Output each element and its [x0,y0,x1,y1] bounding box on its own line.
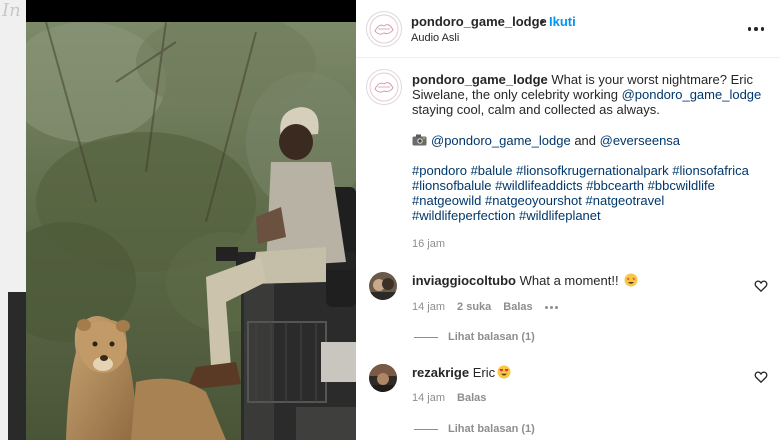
comment-username[interactable]: rezakrige [412,365,469,380]
caption-hashtags: #pondoro #balule #lionsofkrugernationalp… [412,163,764,224]
comment-meta: 14 jam Balas [412,392,486,404]
comment-body: What a moment!! [519,273,619,288]
caption-timestamp[interactable]: 16 jam [412,238,445,250]
lodge-logo-icon [369,14,399,44]
heart-eyes-emoji-icon [497,365,511,379]
post-username[interactable]: pondoro_game_lodge [411,14,547,29]
avatar-photo-icon [369,364,397,392]
commenter-avatar[interactable] [369,364,397,392]
caption-username[interactable]: pondoro_game_lodge [412,72,548,87]
hashtag[interactable]: #natgeotravel [586,193,665,208]
hashtag[interactable]: #wildlifeplanet [519,208,601,223]
comment-likes[interactable]: 2 suka [457,301,491,313]
lodge-logo-icon [369,72,399,102]
backdrop-thumbnail [8,292,26,440]
more-options-icon[interactable] [746,20,766,38]
hashtag[interactable]: #wildlifeaddicts [495,178,582,193]
post-video[interactable] [26,22,356,440]
comment-username[interactable]: inviaggiocoltubo [412,273,516,288]
comment-text: inviaggiocoltubo What a moment!! [412,273,638,288]
credit-mention-2[interactable]: @everseensa [600,133,680,148]
view-replies-label: Lihat balasan (1) [448,423,535,435]
star-struck-emoji-icon [624,273,638,287]
comment-body: Eric [472,365,496,380]
follow-button[interactable]: Ikuti [549,14,576,29]
view-replies-button[interactable]: Lihat balasan (1) [414,423,535,435]
view-replies-label: Lihat balasan (1) [448,331,535,343]
hashtag[interactable]: #bbcwildlife [648,178,715,193]
commenter-avatar[interactable] [369,272,397,300]
camera-icon [412,134,427,146]
hashtag[interactable]: #natgeowild [412,193,481,208]
comment-meta: 14 jam 2 suka Balas [412,301,558,313]
hashtag[interactable]: #lionsofbalule [412,178,492,193]
header-separator: • [540,14,545,29]
caption-text-2: staying cool, calm and collected as alwa… [412,102,660,118]
caption-avatar[interactable] [366,69,402,105]
comment-more-icon[interactable] [544,305,558,309]
profile-avatar[interactable] [366,11,402,47]
audio-label[interactable]: Audio Asli [411,32,459,44]
reply-button[interactable]: Balas [457,392,486,404]
page-backdrop: In [0,0,26,440]
comment-time[interactable]: 14 jam [412,301,445,313]
avatar-photo-icon [369,272,397,300]
credit-and: and [570,132,600,148]
hashtag[interactable]: #lionsofkrugernationalpark [516,163,668,178]
comment-time[interactable]: 14 jam [412,392,445,404]
comment-text: rezakrige Eric [412,365,511,380]
like-heart-icon[interactable] [754,279,768,293]
caption-paragraph: pondoro_game_lodge What is your worst ni… [412,72,764,118]
caption-mention[interactable]: @pondoro_game_lodge [622,87,762,102]
hashtag[interactable]: #natgeoyourshot [485,193,582,208]
hashtag[interactable]: #lionsofafrica [672,163,749,178]
hashtag[interactable]: #wildlifeperfection [412,208,515,223]
media-top-bar [26,0,356,22]
hashtag[interactable]: #pondoro [412,163,467,178]
post-header: pondoro_game_lodge • Ikuti Audio Asli [356,0,780,58]
like-heart-icon[interactable] [754,370,768,384]
credit-mention-1[interactable]: @pondoro_game_lodge [431,133,571,148]
hashtag[interactable]: #bbcearth [586,178,644,193]
post-caption: pondoro_game_lodge What is your worst ni… [412,72,764,239]
backdrop-text: In [2,0,21,21]
view-replies-button[interactable]: Lihat balasan (1) [414,331,535,343]
post-details-panel: pondoro_game_lodge • Ikuti Audio Asli po… [356,0,780,440]
reply-button[interactable]: Balas [503,301,532,313]
caption-credits: @pondoro_game_lodge and @everseensa [412,133,764,148]
hashtag[interactable]: #balule [471,163,513,178]
video-frame-image [26,22,356,440]
